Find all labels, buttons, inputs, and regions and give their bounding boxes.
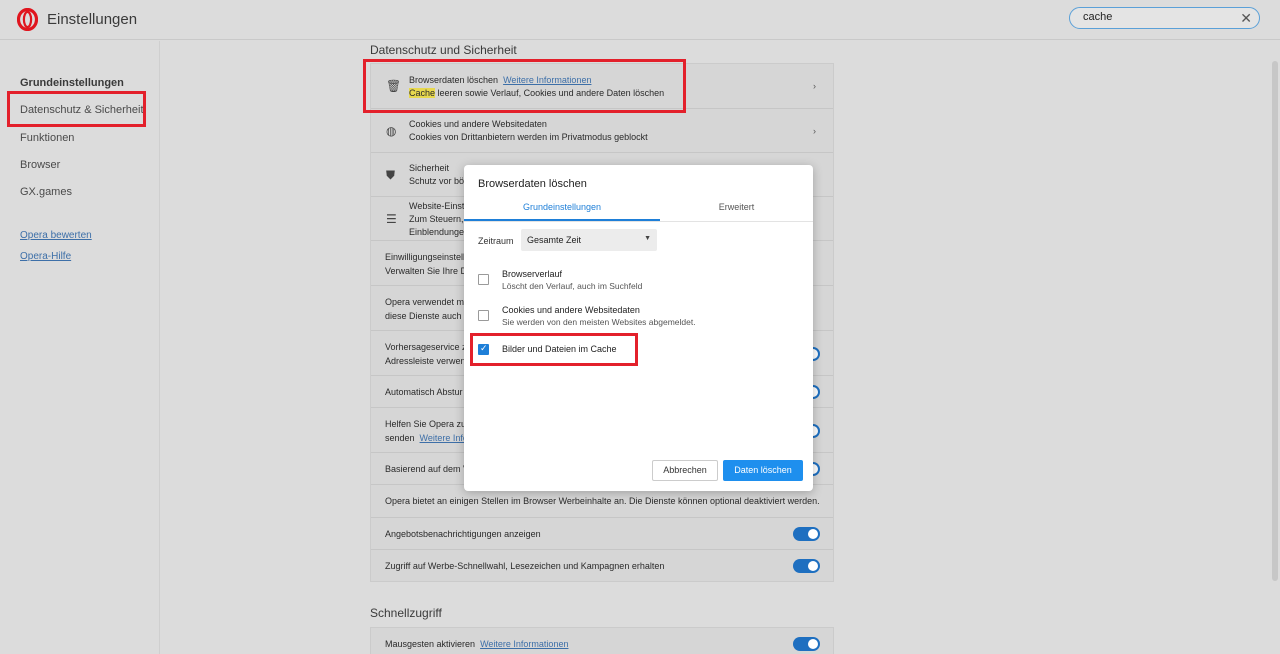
highlight-box-cache (470, 333, 638, 366)
offers-toggle[interactable] (793, 527, 820, 541)
close-icon[interactable]: ✕ (1240, 9, 1252, 27)
sidebar-item-gxgames[interactable]: GX.games (20, 186, 72, 198)
highlight-box-sidebar (7, 91, 146, 127)
quick-access-card: Mausgesten aktivieren Weitere Informatio… (370, 627, 834, 654)
sidebar-item-browser[interactable]: Browser (20, 159, 60, 171)
time-range-label: Zeitraum (478, 236, 514, 246)
opera-help-link[interactable]: Opera-Hilfe (20, 251, 71, 262)
security-text: Sicherheit Schutz vor bö (409, 163, 465, 186)
sidebar-item-basic[interactable]: Grundeinstellungen (20, 77, 124, 89)
history-checkbox[interactable] (478, 274, 489, 285)
tab-basic[interactable]: Grundeinstellungen (464, 202, 660, 221)
tab-divider (464, 221, 813, 222)
history-title: Browserverlauf (502, 269, 563, 279)
rate-opera-link[interactable]: Opera bewerten (20, 230, 92, 241)
speed-dial-ads-toggle[interactable] (793, 559, 820, 573)
page-title: Einstellungen (47, 11, 138, 28)
tab-advanced[interactable]: Erweitert (660, 202, 813, 221)
clear-data-dialog: Browserdaten löschen Grundeinstellungen … (464, 165, 813, 491)
cookies-sub: Sie werden von den meisten Websites abge… (502, 317, 696, 327)
consent-text: Einwilligungseinstell Verwalten Sie Ihre … (385, 252, 468, 276)
sidebar: Grundeinstellungen Datenschutz & Sicherh… (0, 41, 160, 654)
highlight-box-clear-data (363, 59, 686, 113)
website-settings-text: Website-Einst Zum Steuern, Einblendunge (409, 201, 465, 237)
cookies-checkbox[interactable] (478, 310, 489, 321)
gestures-row[interactable]: Mausgesten aktivieren Weitere Informatio… (371, 628, 833, 654)
cookies-title: Cookies und andere Websitedaten (502, 305, 640, 315)
speed-dial-ads-text: Zugriff auf Werbe-Schnellwahl, Lesezeich… (385, 561, 665, 571)
scrollbar-thumb[interactable] (1272, 61, 1278, 581)
help-opera-text: Helfen Sie Opera zu senden Weitere Info (385, 419, 468, 443)
crash-report-text: Automatisch Abstur (385, 387, 463, 397)
offers-row[interactable]: Angebotsbenachrichtigungen anzeigen (371, 518, 833, 550)
search-value: cache (1083, 11, 1113, 23)
clear-data-button[interactable]: Daten löschen (723, 460, 803, 481)
section-title-quick-access: Schnellzugriff (370, 606, 442, 620)
ads-info-text: Opera bietet an einigen Stellen im Brows… (385, 496, 820, 506)
header: Einstellungen cache ✕ (0, 0, 1280, 40)
history-sub: Löscht den Verlauf, auch im Suchfeld (502, 281, 643, 291)
offers-text: Angebotsbenachrichtigungen anzeigen (385, 529, 541, 539)
gestures-text: Mausgesten aktivieren Weitere Informatio… (385, 639, 569, 649)
cookies-text: Cookies und andere Websitedaten Cookies v… (409, 119, 648, 142)
more-info-link-3[interactable]: Weitere Informationen (480, 639, 568, 649)
opera-logo-icon (17, 8, 38, 31)
chevron-down-icon: ▼ (644, 235, 651, 242)
sliders-icon: ☰ (386, 212, 397, 226)
time-range-select[interactable]: Gesamte Zeit ▼ (521, 229, 657, 251)
time-range-value: Gesamte Zeit (527, 235, 582, 245)
based-on-text: Basierend auf dem V (385, 464, 470, 474)
shield-icon: ⛊ (386, 168, 396, 182)
cookies-row[interactable]: ◍ Cookies und andere Websitedaten Cookies… (371, 109, 833, 153)
gestures-toggle[interactable] (793, 637, 820, 651)
chevron-right-icon: › (813, 81, 816, 91)
chevron-right-icon: › (813, 126, 816, 136)
search-input[interactable]: cache ✕ (1069, 7, 1260, 29)
sidebar-item-features[interactable]: Funktionen (20, 132, 74, 144)
section-title-privacy: Datenschutz und Sicherheit (370, 43, 517, 57)
dialog-title: Browserdaten löschen (478, 178, 587, 190)
more-info-link-2[interactable]: Weitere Info (420, 433, 468, 443)
cookie-icon: ◍ (386, 124, 397, 138)
cancel-button[interactable]: Abbrechen (652, 460, 718, 481)
scrollbar[interactable] (1270, 41, 1280, 641)
opera-uses-text: Opera verwendet m diese Dienste auch c (385, 297, 469, 321)
speed-dial-ads-row[interactable]: Zugriff auf Werbe-Schnellwahl, Lesezeich… (371, 550, 833, 582)
prediction-text: Vorhersageservice z Adressleiste verwen (385, 342, 467, 366)
